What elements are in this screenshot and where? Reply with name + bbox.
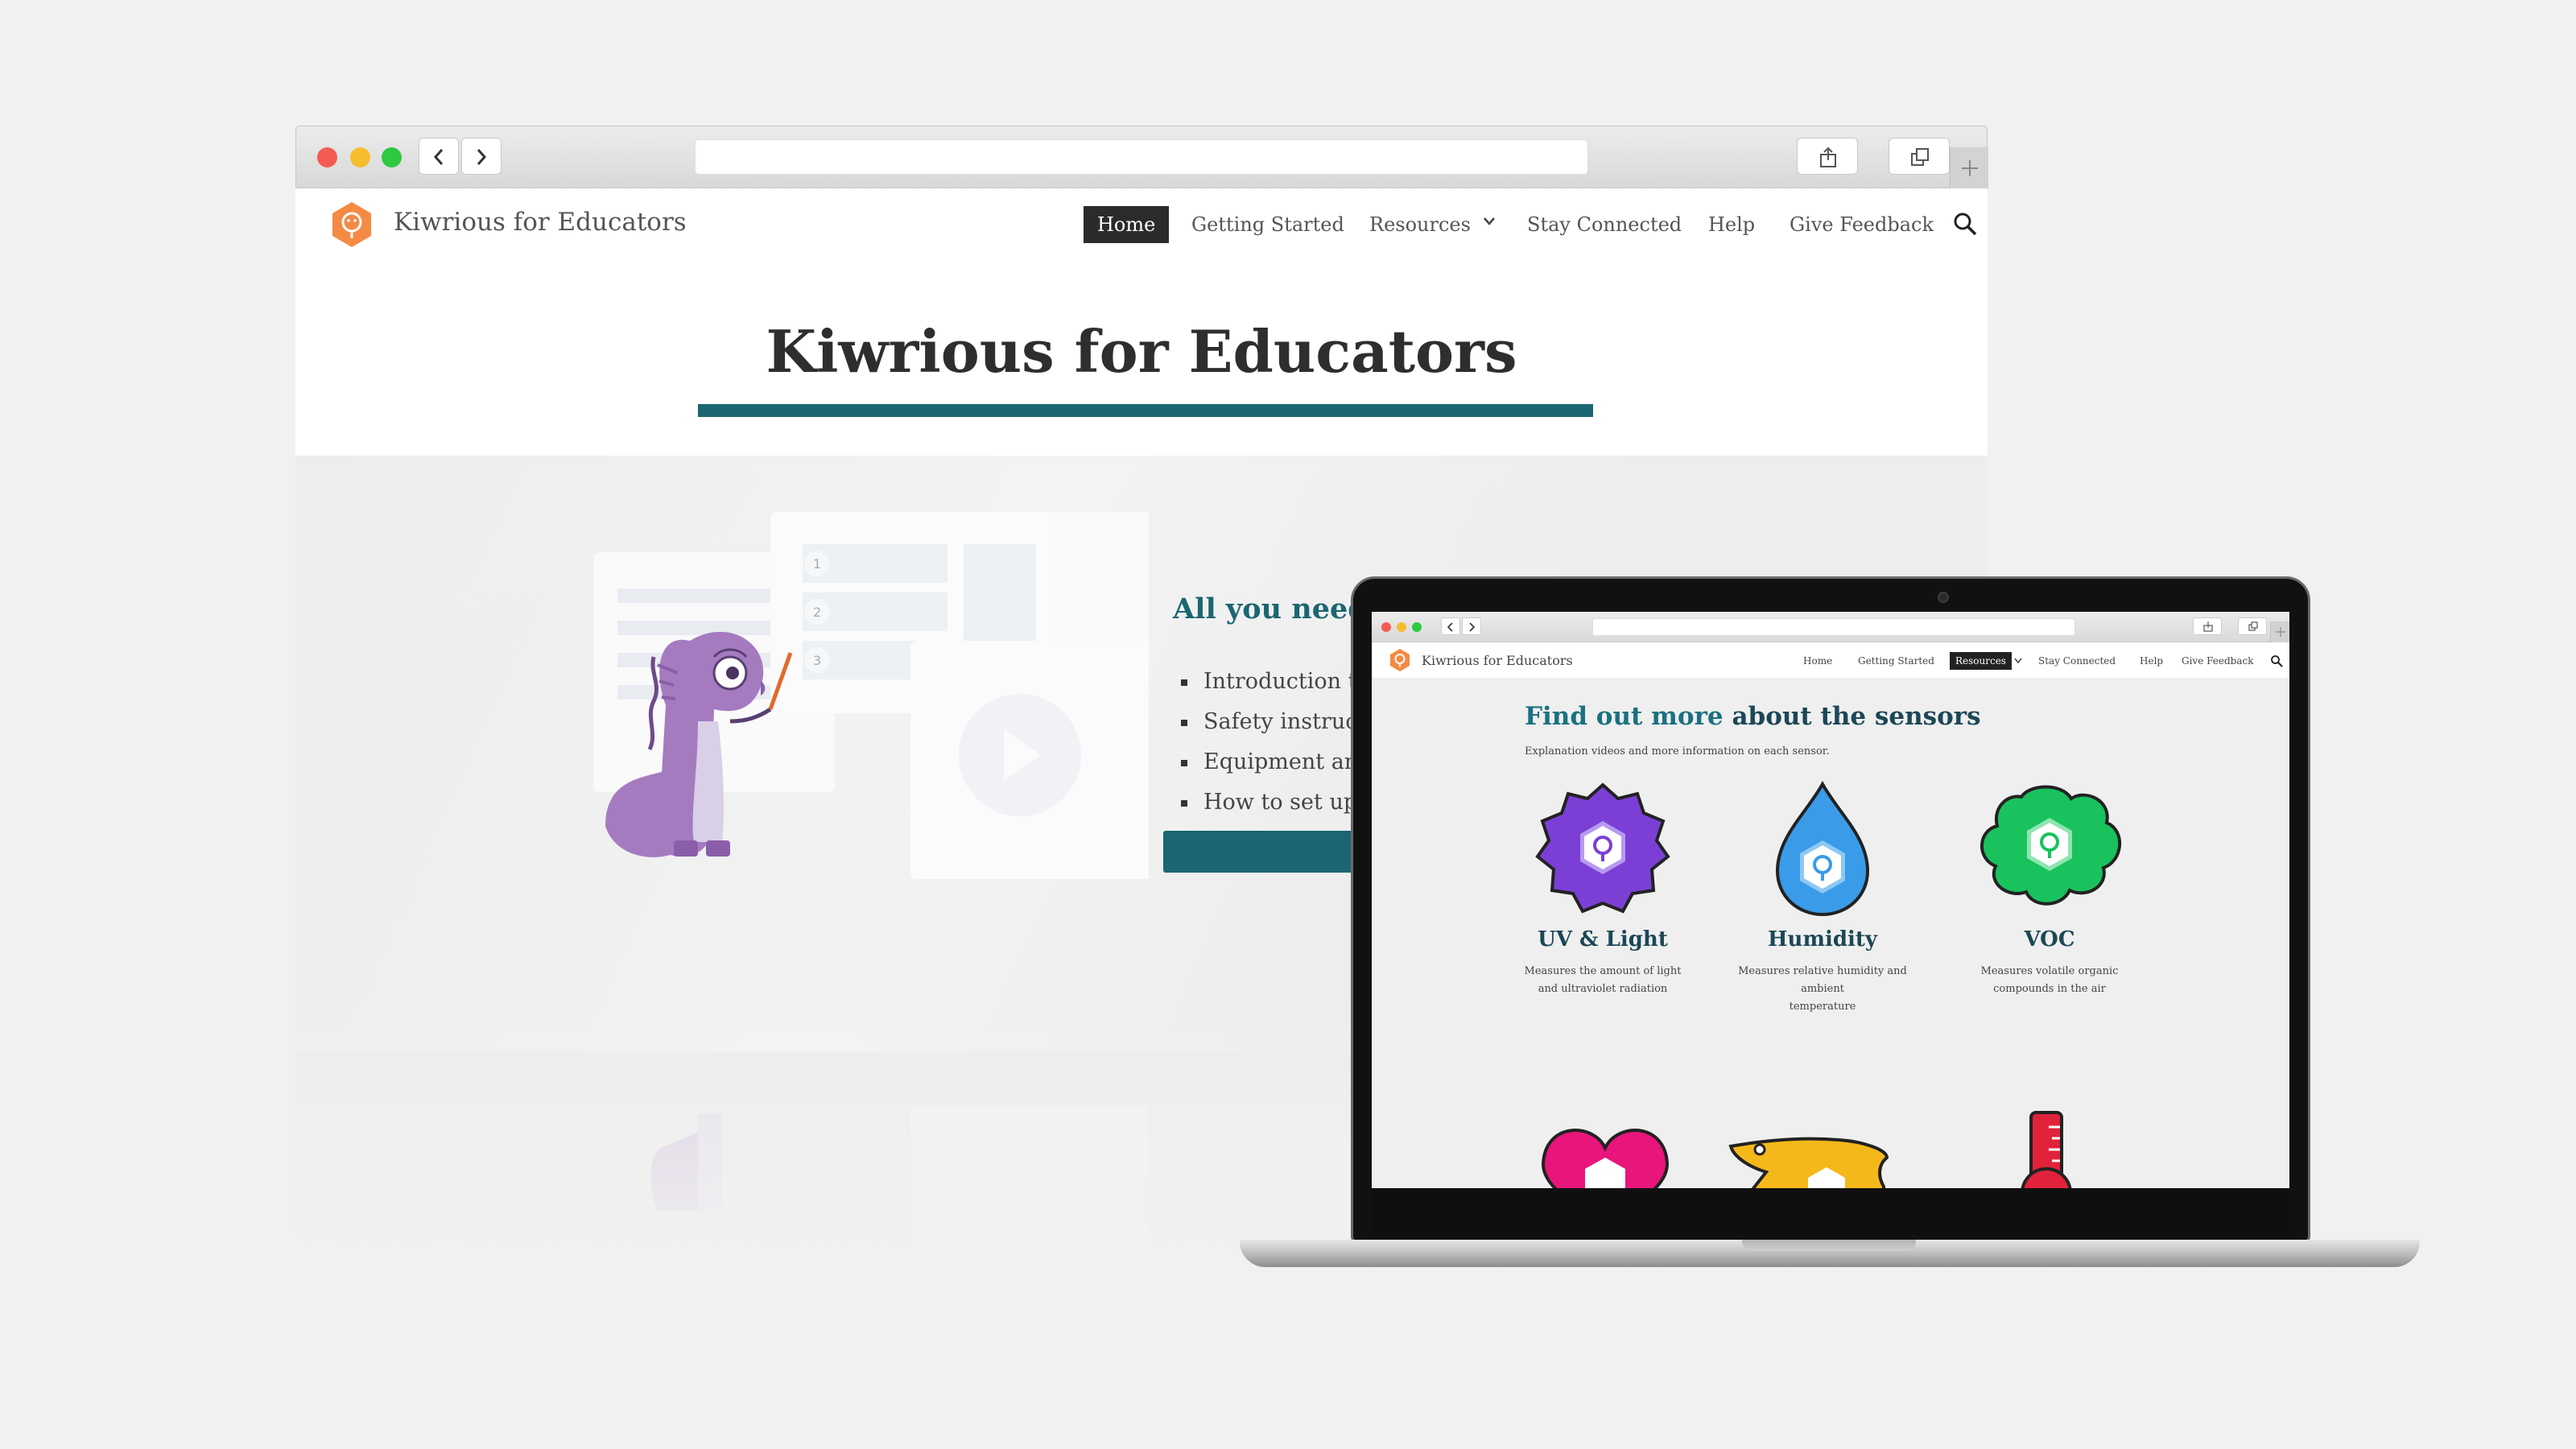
sensor-desc-line: and ultraviolet radiation xyxy=(1538,983,1668,995)
sensors-heading: Find out more about the sensors xyxy=(1525,702,1981,731)
share-icon xyxy=(2203,621,2213,632)
browser-toolbar xyxy=(295,126,1988,189)
sensors-section: Find out more about the sensors Explanat… xyxy=(1372,678,2289,1188)
sensor-description: Measures the amount of light and ultravi… xyxy=(1498,963,1707,998)
sensor-description: Measures relative humidity and ambient t… xyxy=(1718,963,1927,1016)
show-tabs-button[interactable] xyxy=(1889,138,1950,175)
close-window-button[interactable] xyxy=(317,147,337,167)
plus-icon xyxy=(1962,160,1978,176)
laptop-screen: Kiwrious for Educators Home Getting Star… xyxy=(1372,612,2289,1188)
maximize-window-button[interactable] xyxy=(382,147,402,167)
nav-help[interactable]: Help xyxy=(2140,652,2163,670)
new-tab-button[interactable] xyxy=(2270,621,2289,642)
tabs-icon xyxy=(1911,148,1929,166)
sensors-heading-part2: about the sensors xyxy=(1723,702,1981,731)
laptop-notch xyxy=(1742,1240,1916,1251)
tabs-icon xyxy=(2248,621,2258,631)
teacher-illustration: 1 2 3 xyxy=(593,512,1149,879)
page-title: Kiwrious for Educators xyxy=(766,317,1517,386)
list-number: 1 xyxy=(813,556,821,572)
address-bar[interactable] xyxy=(695,139,1588,175)
temperature-sensor-icon[interactable] xyxy=(2010,1109,2083,1188)
chevron-left-icon xyxy=(433,149,444,165)
minimize-window-button[interactable] xyxy=(350,147,370,167)
sensor-name: Humidity xyxy=(1767,927,1878,952)
sensors-heading-part1: Find out more xyxy=(1525,702,1724,731)
sensor-desc-line: Measures relative humidity and ambient xyxy=(1738,965,1907,995)
conductivity-sensor-icon[interactable] xyxy=(1726,1122,1895,1188)
new-tab-button[interactable] xyxy=(1950,147,1988,189)
site-title[interactable]: Kiwrious for Educators xyxy=(394,208,687,237)
chevron-down-icon[interactable] xyxy=(1482,216,1496,227)
plus-icon xyxy=(2276,627,2285,637)
sensor-card-humidity[interactable]: Humidity Measures relative humidity and … xyxy=(1718,781,1927,1016)
kiwrious-logo-icon[interactable] xyxy=(1388,648,1412,672)
voc-sensor-icon xyxy=(1980,785,2121,906)
title-underline xyxy=(698,404,1593,417)
nav-give-feedback[interactable]: Give Feedback xyxy=(1790,206,1934,243)
share-button[interactable] xyxy=(1797,138,1858,175)
laptop-bezel xyxy=(1372,1188,2289,1235)
mini-site-header: Kiwrious for Educators Home Getting Star… xyxy=(1372,642,2289,678)
humidity-sensor-icon xyxy=(1775,781,1870,917)
chevron-right-icon xyxy=(477,149,487,165)
nav-resources[interactable]: Resources xyxy=(1950,652,2012,670)
sensor-desc-line: Measures volatile organic xyxy=(1980,965,2119,977)
sensor-desc-line: compounds in the air xyxy=(1993,983,2106,995)
sensor-card-voc[interactable]: VOC Measures volatile organic compounds … xyxy=(1945,781,2154,998)
forward-button[interactable] xyxy=(1462,617,1481,635)
nav-give-feedback[interactable]: Give Feedback xyxy=(2182,652,2254,670)
nav-stay-connected[interactable]: Stay Connected xyxy=(2038,652,2116,670)
nav-getting-started[interactable]: Getting Started xyxy=(1858,652,1934,670)
site-header: Kiwrious for Educators Home Getting Star… xyxy=(295,188,1988,261)
nav-getting-started[interactable]: Getting Started xyxy=(1191,206,1344,243)
kiwrious-logo-icon[interactable] xyxy=(328,200,376,249)
nav-home[interactable]: Home xyxy=(1084,206,1170,243)
nav-help[interactable]: Help xyxy=(1708,206,1755,243)
list-number: 3 xyxy=(813,653,821,668)
sensor-card-uv-light[interactable]: UV & Light Measures the amount of light … xyxy=(1498,781,1707,998)
laptop-mockup: Kiwrious for Educators Home Getting Star… xyxy=(1240,576,2420,1282)
minimize-window-button[interactable] xyxy=(1397,622,1406,632)
address-bar[interactable] xyxy=(1592,618,2075,636)
search-icon[interactable] xyxy=(2270,654,2283,667)
camera-icon xyxy=(1938,592,1949,603)
search-icon[interactable] xyxy=(1952,211,1978,237)
forward-button[interactable] xyxy=(461,138,502,175)
mini-browser-toolbar xyxy=(1372,612,2289,642)
show-tabs-button[interactable] xyxy=(2238,617,2267,635)
sensor-name: UV & Light xyxy=(1538,927,1668,952)
chevron-right-icon xyxy=(1469,622,1476,632)
chevron-down-icon[interactable] xyxy=(2014,658,2022,664)
sensor-name: VOC xyxy=(2024,927,2075,952)
maximize-window-button[interactable] xyxy=(1412,622,1422,632)
sensor-desc-line: temperature xyxy=(1789,1001,1856,1013)
share-button[interactable] xyxy=(2193,617,2222,635)
nav-stay-connected[interactable]: Stay Connected xyxy=(1527,206,1682,243)
uv-light-sensor-icon xyxy=(1535,782,1670,914)
sensors-subtitle: Explanation videos and more information … xyxy=(1525,745,1830,758)
close-window-button[interactable] xyxy=(1381,622,1391,632)
share-icon xyxy=(1820,147,1836,167)
site-title[interactable]: Kiwrious for Educators xyxy=(1422,653,1573,668)
nav-home[interactable]: Home xyxy=(1803,652,1832,670)
heart-rate-sensor-icon[interactable] xyxy=(1537,1116,1674,1188)
back-button[interactable] xyxy=(1441,617,1460,635)
list-number: 2 xyxy=(813,605,821,620)
nav-resources[interactable]: Resources xyxy=(1369,206,1471,243)
back-button[interactable] xyxy=(419,138,459,175)
chevron-left-icon xyxy=(1447,622,1453,632)
sensor-desc-line: Measures the amount of light xyxy=(1524,965,1682,977)
sensor-description: Measures volatile organic compounds in t… xyxy=(1945,963,2154,998)
